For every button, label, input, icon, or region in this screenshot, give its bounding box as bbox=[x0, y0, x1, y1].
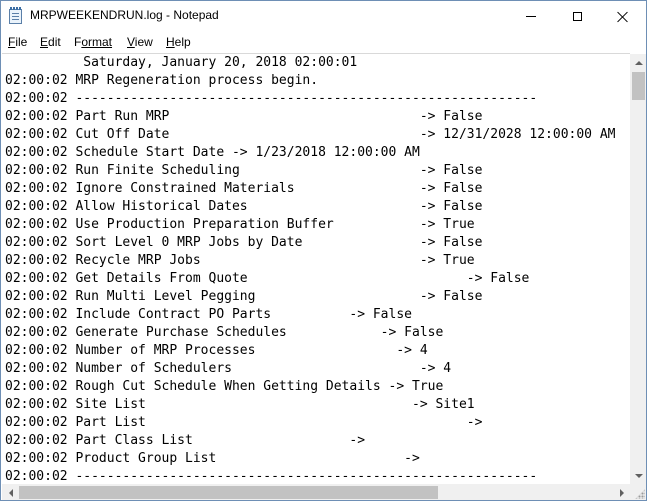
menu-help[interactable]: Help bbox=[166, 34, 191, 50]
menu-edit[interactable]: Edit bbox=[40, 34, 61, 50]
log-line: 02:00:02 Number of Schedulers -> 4 bbox=[5, 361, 452, 376]
scroll-left-button[interactable] bbox=[2, 484, 19, 500]
menu-view[interactable]: View bbox=[127, 34, 153, 50]
log-line: 02:00:02 Run Finite Scheduling -> False bbox=[5, 163, 483, 178]
log-line: 02:00:02 Use Production Preparation Buff… bbox=[5, 217, 475, 232]
vertical-scroll-thumb[interactable] bbox=[632, 72, 645, 100]
notepad-window: MRPWEEKENDRUN.log - Notepad File Edit Fo… bbox=[0, 0, 647, 501]
log-line: 02:00:02 Schedule Start Date -> 1/23/201… bbox=[5, 145, 420, 160]
log-line: 02:00:02 Include Contract PO Parts -> Fa… bbox=[5, 307, 412, 322]
menu-edit-label: dit bbox=[48, 35, 61, 49]
log-line: 02:00:02 Recycle MRP Jobs -> True bbox=[5, 253, 475, 268]
log-line: 02:00:02 Sort Level 0 MRP Jobs by Date -… bbox=[5, 235, 483, 250]
log-line: 02:00:02 Rough Cut Schedule When Getting… bbox=[5, 379, 444, 394]
horizontal-scrollbar[interactable] bbox=[2, 484, 630, 500]
log-line: 02:00:02 Site List -> Site1 bbox=[5, 397, 475, 412]
log-line: 02:00:02 Get Details From Quote -> False bbox=[5, 271, 530, 286]
arrow-right-icon bbox=[619, 488, 624, 497]
menu-help-accel: H bbox=[166, 35, 175, 49]
log-line: Saturday, January 20, 2018 02:00:01 bbox=[5, 55, 358, 70]
minimize-icon bbox=[526, 16, 536, 17]
window-title: MRPWEEKENDRUN.log - Notepad bbox=[30, 8, 219, 22]
notepad-icon[interactable] bbox=[9, 7, 22, 24]
close-icon bbox=[617, 11, 629, 23]
menu-help-label: elp bbox=[174, 35, 191, 49]
log-line: 02:00:02 Generate Purchase Schedules -> … bbox=[5, 325, 444, 340]
log-line: 02:00:02 -------------------------------… bbox=[5, 469, 538, 484]
log-line: 02:00:02 MRP Regeneration process begin. bbox=[5, 73, 319, 88]
log-line: 02:00:02 Part Run MRP -> False bbox=[5, 109, 483, 124]
size-grip[interactable] bbox=[630, 484, 646, 500]
maximize-icon bbox=[572, 12, 582, 21]
text-editor-area[interactable]: Saturday, January 20, 2018 02:00:01 02:00… bbox=[2, 53, 630, 485]
minimize-button[interactable] bbox=[508, 1, 554, 32]
arrow-down-icon bbox=[634, 473, 643, 478]
menu-bar: File Edit Format View Help bbox=[1, 32, 646, 52]
menu-file[interactable]: File bbox=[8, 34, 27, 50]
scroll-down-button[interactable] bbox=[630, 467, 646, 484]
vertical-scrollbar[interactable] bbox=[630, 54, 646, 484]
arrow-up-icon bbox=[634, 60, 643, 65]
log-line: 02:00:02 Part Class List -> bbox=[5, 433, 366, 448]
menu-format[interactable]: Format bbox=[74, 34, 112, 50]
menu-format-accel: ormat bbox=[81, 35, 113, 49]
log-line: 02:00:02 Allow Historical Dates -> False bbox=[5, 199, 483, 214]
title-bar[interactable]: MRPWEEKENDRUN.log - Notepad bbox=[1, 1, 646, 32]
horizontal-scroll-thumb[interactable] bbox=[19, 486, 438, 499]
size-grip-icon bbox=[635, 489, 645, 499]
menu-view-label: iew bbox=[134, 35, 153, 49]
menu-file-label: ile bbox=[15, 35, 28, 49]
arrow-left-icon bbox=[8, 488, 13, 497]
menu-view-accel: V bbox=[127, 35, 135, 49]
close-button[interactable] bbox=[600, 1, 646, 32]
log-line: 02:00:02 -------------------------------… bbox=[5, 91, 538, 106]
log-line: 02:00:02 Run Multi Level Pegging -> Fals… bbox=[5, 289, 483, 304]
menu-edit-accel: E bbox=[40, 35, 49, 49]
maximize-button[interactable] bbox=[554, 1, 600, 32]
log-line: 02:00:02 Product Group List -> bbox=[5, 451, 420, 466]
log-line: 02:00:02 Number of MRP Processes -> 4 bbox=[5, 343, 428, 358]
log-line: 02:00:02 Cut Off Date -> 12/31/2028 12:0… bbox=[5, 127, 616, 142]
scroll-right-button[interactable] bbox=[613, 484, 630, 500]
log-line: 02:00:02 Part List -> bbox=[5, 415, 483, 430]
scroll-up-button[interactable] bbox=[630, 54, 646, 71]
log-line: 02:00:02 Ignore Constrained Materials ->… bbox=[5, 181, 483, 196]
